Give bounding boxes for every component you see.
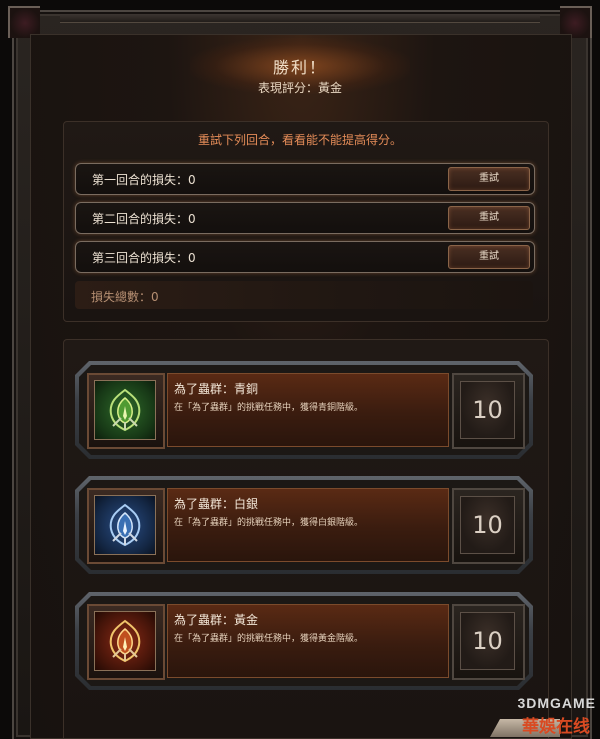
- achievement-points-frame: 10: [452, 373, 525, 449]
- zerg-emblem-gold-icon: [94, 611, 156, 671]
- achievement-icon-frame: [87, 488, 165, 564]
- round-loss-label: 第二回合的損失：0: [92, 212, 196, 226]
- total-loss-row: 損失總數：0: [75, 281, 533, 309]
- achievement-text-area: 為了蟲群：青銅 在「為了蟲群」的挑戰任務中，獲得青銅階級。: [167, 373, 449, 447]
- zerg-emblem-bronze-icon: [94, 380, 156, 440]
- achievement-description: 在「為了蟲群」的挑戰任務中，獲得黃金階級。: [174, 634, 364, 644]
- achievement-points: 10: [460, 496, 515, 554]
- achievement-description: 在「為了蟲群」的挑戰任務中，獲得青銅階級。: [174, 403, 364, 413]
- retry-round-3-button[interactable]: 重試: [448, 245, 530, 269]
- achievement-points-frame: 10: [452, 604, 525, 680]
- round-loss-label: 第一回合的損失：0: [92, 173, 196, 187]
- retry-instruction: 重試下列回合，看看能不能提高得分。: [197, 133, 402, 147]
- achievement-points: 10: [460, 612, 515, 670]
- achievement-card: 為了蟲群：白銀 在「為了蟲群」的挑戰任務中，獲得白銀階級。 10: [75, 476, 533, 574]
- achievement-text-area: 為了蟲群：白銀 在「為了蟲群」的挑戰任務中，獲得白銀階級。: [167, 488, 449, 562]
- round-row-1: 第一回合的損失：0 重試: [75, 163, 535, 195]
- retry-round-1-button[interactable]: 重試: [448, 167, 530, 191]
- achievement-card: 為了蟲群：黃金 在「為了蟲群」的挑戰任務中，獲得黃金階級。 10: [75, 592, 533, 690]
- round-row-2: 第二回合的損失：0 重試: [75, 202, 535, 234]
- achievement-points: 10: [460, 381, 515, 439]
- achievement-points-frame: 10: [452, 488, 525, 564]
- achievement-description: 在「為了蟲群」的挑戰任務中，獲得白銀階級。: [174, 518, 364, 528]
- victory-title: 勝利！: [272, 58, 327, 77]
- achievement-icon-frame: [87, 604, 165, 680]
- watermark-site: 華娛在线: [522, 717, 590, 737]
- zerg-emblem-silver-icon: [94, 495, 156, 555]
- watermark-3dmgame: 3DMGAME: [517, 695, 596, 711]
- achievement-name: 為了蟲群：黃金: [174, 613, 259, 627]
- score-rating: 表現評分：黃金: [257, 81, 342, 95]
- achievement-text-area: 為了蟲群：黃金 在「為了蟲群」的挑戰任務中，獲得黃金階級。: [167, 604, 449, 678]
- achievement-icon-frame: [87, 373, 165, 449]
- round-row-3: 第三回合的損失：0 重試: [75, 241, 535, 273]
- achievement-name: 為了蟲群：青銅: [174, 382, 259, 396]
- achievement-name: 為了蟲群：白銀: [174, 497, 259, 511]
- total-loss-label: 損失總數：0: [91, 290, 159, 304]
- retry-round-2-button[interactable]: 重試: [448, 206, 530, 230]
- frame-top-bar: [60, 14, 540, 23]
- round-loss-label: 第三回合的損失：0: [92, 251, 196, 265]
- achievement-card: 為了蟲群：青銅 在「為了蟲群」的挑戰任務中，獲得青銅階級。 10: [75, 361, 533, 459]
